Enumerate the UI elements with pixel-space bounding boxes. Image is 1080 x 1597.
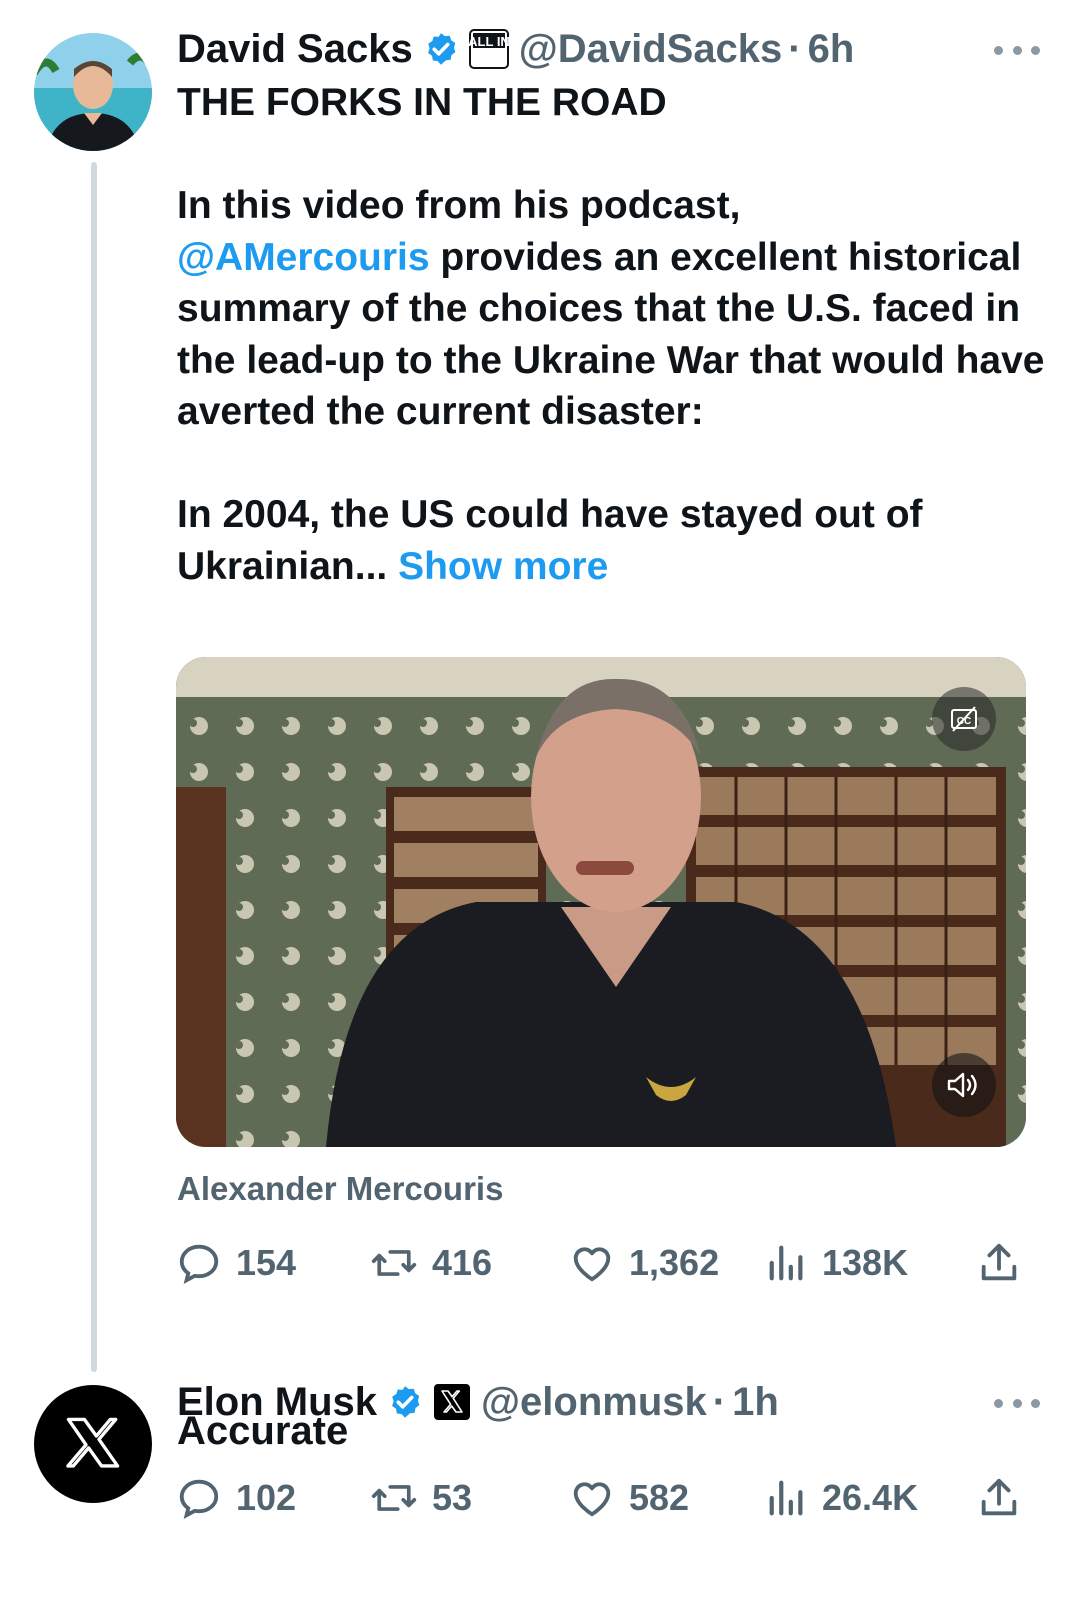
like-count: 582 bbox=[629, 1477, 690, 1518]
avatar[interactable] bbox=[34, 33, 152, 151]
video-player[interactable]: CC bbox=[176, 657, 1026, 1147]
handle[interactable]: @DavidSacks bbox=[519, 27, 783, 72]
tweet-text: THE FORKS IN THE ROAD In this video from… bbox=[177, 77, 1047, 592]
share-icon bbox=[981, 1243, 1017, 1281]
more-options-button[interactable] bbox=[994, 40, 1040, 60]
show-more-link[interactable]: Show more bbox=[398, 545, 608, 588]
paragraph-text: In this video from his podcast, bbox=[177, 184, 741, 227]
verified-badge-icon bbox=[427, 33, 456, 65]
heart-icon bbox=[573, 1482, 611, 1517]
repost-icon bbox=[371, 1485, 417, 1511]
reply-button[interactable]: 102 bbox=[176, 1470, 296, 1526]
views-count: 26.4K bbox=[822, 1477, 919, 1518]
reply-count: 102 bbox=[236, 1477, 297, 1518]
tweet-text: Accurate bbox=[177, 1409, 349, 1453]
volume-icon bbox=[947, 1072, 977, 1098]
share-button[interactable] bbox=[976, 1470, 1036, 1526]
thread-connector-line bbox=[91, 162, 97, 1372]
avatar[interactable] bbox=[34, 1385, 152, 1503]
repost-button[interactable]: 53 bbox=[370, 1470, 472, 1526]
reply-count: 154 bbox=[236, 1242, 297, 1283]
timestamp[interactable]: 6h bbox=[808, 27, 855, 72]
heart-icon bbox=[573, 1247, 611, 1282]
tweet-actions: 154 416 1,362 138K bbox=[176, 1235, 1028, 1291]
repost-icon bbox=[371, 1250, 417, 1276]
views-button[interactable]: 138K bbox=[766, 1235, 908, 1291]
repost-count: 53 bbox=[432, 1477, 473, 1518]
more-options-icon bbox=[994, 45, 1003, 55]
repost-count: 416 bbox=[432, 1242, 493, 1283]
tweet-title: THE FORKS IN THE ROAD bbox=[177, 81, 667, 124]
like-count: 1,362 bbox=[629, 1242, 720, 1283]
video-frame bbox=[176, 657, 1026, 1147]
tweet-paragraph: In this video from his podcast, @AMercou… bbox=[177, 184, 1055, 433]
reply-icon bbox=[179, 1479, 219, 1519]
separator-dot: · bbox=[788, 26, 802, 71]
views-icon bbox=[769, 1245, 803, 1281]
share-icon bbox=[981, 1478, 1017, 1516]
affiliation-badge[interactable]: ALL IN bbox=[468, 29, 509, 69]
tweet-paragraph: In 2004, the US could have stayed out of… bbox=[177, 493, 933, 588]
captions-button[interactable]: CC bbox=[932, 687, 996, 751]
reply-icon bbox=[179, 1244, 219, 1284]
views-button[interactable]: 26.4K bbox=[766, 1470, 918, 1526]
avatar-photo bbox=[34, 33, 152, 151]
tweet-actions: 102 53 582 26.4K bbox=[176, 1470, 1028, 1526]
repost-button[interactable]: 416 bbox=[370, 1235, 492, 1291]
views-icon bbox=[769, 1480, 803, 1516]
share-button[interactable] bbox=[976, 1235, 1036, 1291]
media-caption: Alexander Mercouris bbox=[177, 1170, 504, 1207]
x-logo-icon bbox=[66, 1417, 120, 1468]
affiliation-badge-text: ALL IN bbox=[469, 34, 509, 49]
volume-button[interactable] bbox=[932, 1053, 996, 1117]
display-name[interactable]: David Sacks bbox=[177, 27, 413, 72]
captions-off-icon: CC bbox=[951, 706, 977, 732]
mention-link[interactable]: @AMercouris bbox=[177, 236, 430, 279]
tweet-header: David Sacks ALL IN @DavidSacks · 6h bbox=[177, 24, 854, 74]
like-button[interactable]: 1,362 bbox=[569, 1235, 719, 1291]
views-count: 138K bbox=[822, 1242, 909, 1283]
like-button[interactable]: 582 bbox=[569, 1470, 689, 1526]
reply-button[interactable]: 154 bbox=[176, 1235, 296, 1291]
